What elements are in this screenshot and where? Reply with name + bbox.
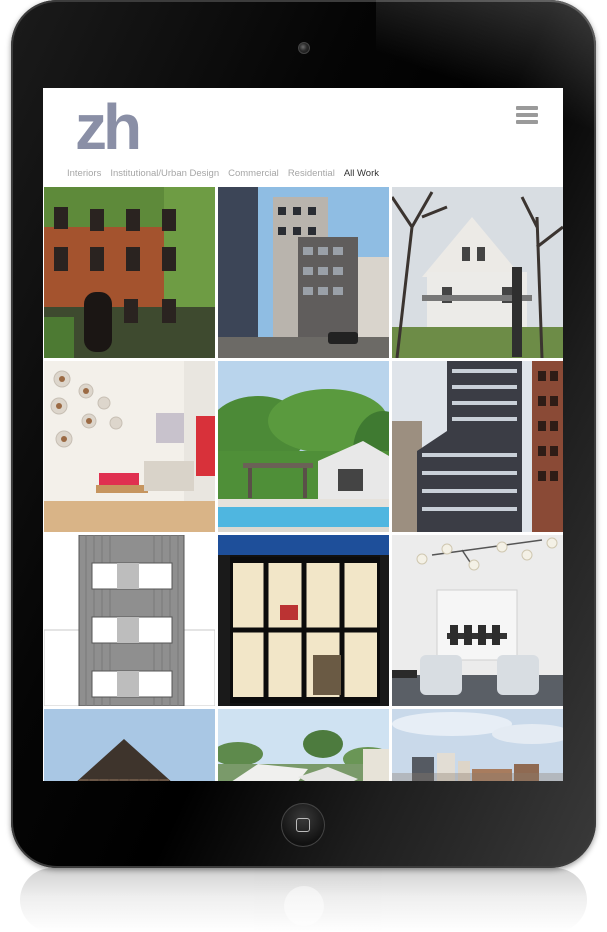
project-gallery: [44, 187, 563, 781]
project-tile-elevation-drawing[interactable]: [44, 535, 215, 706]
home-button-icon[interactable]: [281, 803, 325, 847]
project-tile-brick-townhouse[interactable]: [44, 187, 215, 358]
nav-item-commercial[interactable]: Commercial: [228, 168, 279, 179]
project-tile-glass-facade-night[interactable]: [218, 535, 389, 706]
project-tile-wood-barn-house[interactable]: [44, 709, 215, 781]
project-tile-white-suburban-house[interactable]: [392, 187, 563, 358]
project-tile-dark-tower-building[interactable]: [392, 361, 563, 532]
nav-item-residential[interactable]: Residential: [288, 168, 335, 179]
site-logo[interactable]: zh: [75, 92, 142, 162]
camera-icon: [298, 42, 310, 54]
project-tile-interior-wall-portraits-bench[interactable]: [44, 361, 215, 532]
category-nav: Interiors Institutional/Urban Design Com…: [67, 168, 379, 179]
home-square-glyph: [296, 818, 310, 832]
device-reflection: [20, 868, 587, 932]
hamburger-menu-icon[interactable]: [516, 106, 538, 124]
project-tile-white-dining-interior[interactable]: [392, 535, 563, 706]
project-tile-pool-house[interactable]: [218, 361, 389, 532]
screen: zh Interiors Institutional/Urban Design …: [43, 88, 563, 781]
reflection-home-button: [284, 886, 324, 926]
project-tile-tropical-roofs[interactable]: [218, 709, 389, 781]
nav-item-institutional-urban-design[interactable]: Institutional/Urban Design: [110, 168, 219, 179]
nav-item-all-work[interactable]: All Work: [344, 168, 379, 179]
project-tile-modern-apartment-building[interactable]: [218, 187, 389, 358]
project-tile-city-skyline[interactable]: [392, 709, 563, 781]
nav-item-interiors[interactable]: Interiors: [67, 168, 101, 179]
